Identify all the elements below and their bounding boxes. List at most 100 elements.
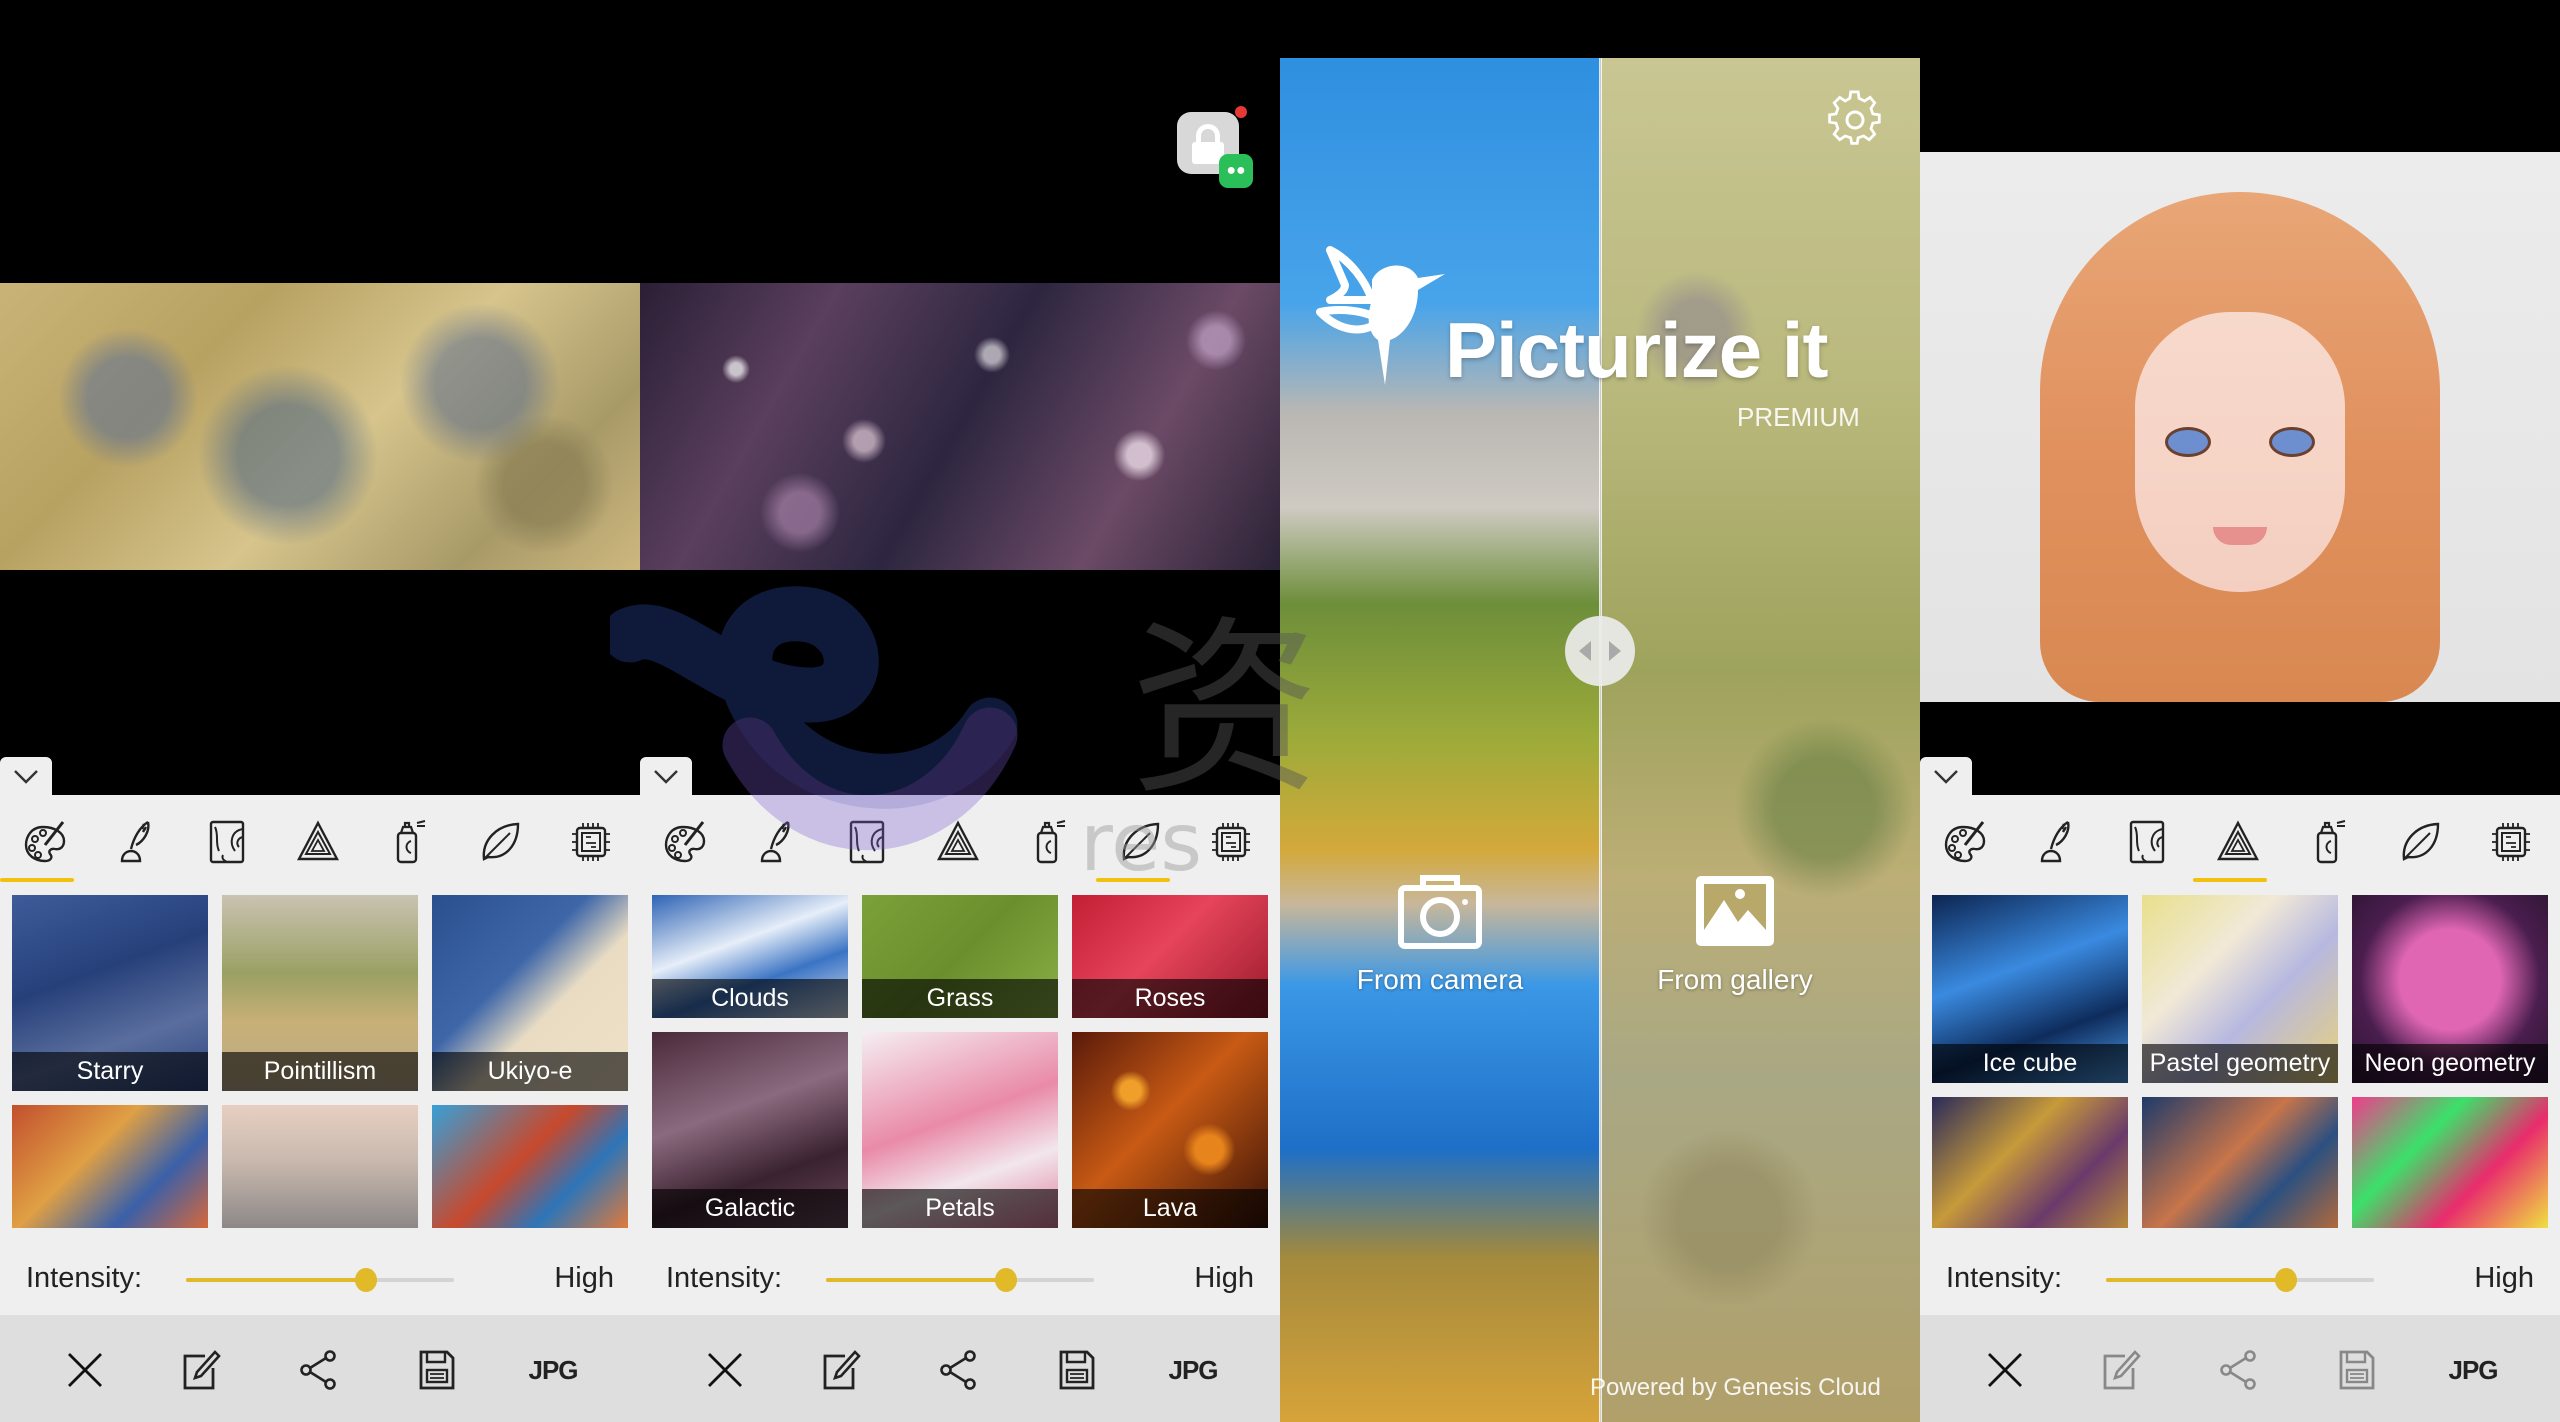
camera-icon xyxy=(1398,875,1482,949)
active-tab-indicator xyxy=(1096,878,1170,882)
arrow-right-icon xyxy=(1609,641,1621,661)
tab-geometry[interactable] xyxy=(925,809,991,875)
format-jpg-button[interactable]: JPG xyxy=(1166,1345,1220,1395)
intensity-slider[interactable] xyxy=(826,1268,1094,1292)
intensity-control: Intensity: High xyxy=(640,1252,1280,1302)
share-button[interactable] xyxy=(292,1345,346,1395)
edit-icon xyxy=(2099,1348,2143,1392)
style-tile-roses[interactable]: Roses xyxy=(1072,895,1268,1018)
spray-can-icon xyxy=(2307,819,2351,865)
intensity-label: Intensity: xyxy=(26,1262,143,1294)
tab-street[interactable] xyxy=(376,809,442,875)
intensity-slider[interactable] xyxy=(2106,1268,2374,1292)
penrose-triangle-icon xyxy=(2216,819,2260,865)
style-category-tabs xyxy=(640,795,1280,895)
format-jpg-button[interactable]: JPG xyxy=(2446,1345,2500,1395)
style-tile-neon-geometry[interactable]: Neon geometry xyxy=(2352,895,2548,1083)
style-label: Lava xyxy=(1072,1189,1268,1228)
style-tile-pastel-geometry[interactable]: Pastel geometry xyxy=(2142,895,2338,1083)
tab-sketch[interactable] xyxy=(103,809,169,875)
style-tile[interactable] xyxy=(1932,1097,2128,1228)
style-label: Clouds xyxy=(652,979,848,1018)
tab-sketch[interactable] xyxy=(2023,809,2089,875)
style-sheet: Ice cube Pastel geometry Neon geometry I… xyxy=(1920,795,2560,1315)
collapse-sheet-button[interactable] xyxy=(0,757,52,797)
style-tile-ice-cube[interactable]: Ice cube xyxy=(1932,895,2128,1083)
slider-thumb[interactable] xyxy=(2274,1268,2297,1292)
collapse-sheet-button[interactable] xyxy=(640,757,692,797)
style-label: Neon geometry xyxy=(2352,1044,2548,1083)
tab-art[interactable] xyxy=(12,809,78,875)
editor-panel-2: ●● Clouds Grass Roses Galactic Petals La… xyxy=(640,0,1280,1422)
settings-gear-icon[interactable] xyxy=(1825,90,1885,150)
intensity-slider[interactable] xyxy=(186,1268,454,1292)
style-sheet: Starry Pointillism Ukiyo-e Intensity: Hi… xyxy=(0,795,640,1315)
save-icon xyxy=(415,1348,459,1392)
style-tile-clouds[interactable]: Clouds xyxy=(652,895,848,1018)
tab-nature[interactable] xyxy=(1107,809,1173,875)
style-tile[interactable] xyxy=(12,1105,208,1228)
format-jpg-button[interactable]: JPG xyxy=(526,1345,580,1395)
tab-nature[interactable] xyxy=(467,809,533,875)
from-gallery-button[interactable]: From gallery xyxy=(1615,870,1855,996)
gallery-image-icon xyxy=(1696,876,1774,946)
from-camera-button[interactable]: From camera xyxy=(1320,870,1560,996)
tab-art[interactable] xyxy=(652,809,718,875)
style-tile-grass[interactable]: Grass xyxy=(862,895,1058,1018)
slider-thumb[interactable] xyxy=(994,1268,1017,1292)
style-tile[interactable] xyxy=(222,1105,418,1228)
save-icon xyxy=(2335,1348,2379,1392)
style-tile-starry[interactable]: Starry xyxy=(12,895,208,1091)
style-tile[interactable] xyxy=(2352,1097,2548,1228)
tab-geometry[interactable] xyxy=(2205,809,2271,875)
slider-thumb[interactable] xyxy=(354,1268,377,1292)
tab-nature[interactable] xyxy=(2387,809,2453,875)
screen-lock-button[interactable]: ●● xyxy=(1177,106,1253,188)
collapse-sheet-button[interactable] xyxy=(1920,757,1972,797)
tab-texture[interactable] xyxy=(2114,809,2180,875)
styled-preview-image xyxy=(0,283,640,570)
tab-texture[interactable] xyxy=(194,809,260,875)
penrose-triangle-icon xyxy=(936,819,980,865)
compare-slider-handle[interactable] xyxy=(1565,616,1635,686)
wood-grain-icon xyxy=(205,819,249,865)
edit-button[interactable] xyxy=(174,1345,228,1395)
style-tile-lava[interactable]: Lava xyxy=(1072,1032,1268,1228)
tab-tech[interactable] xyxy=(558,809,624,875)
style-tile[interactable] xyxy=(2142,1097,2338,1228)
editor-panel-4: Ice cube Pastel geometry Neon geometry I… xyxy=(1920,0,2560,1422)
style-tile-ukiyo-e[interactable]: Ukiyo-e xyxy=(432,895,628,1091)
tab-art[interactable] xyxy=(1932,809,1998,875)
tab-street[interactable] xyxy=(2296,809,2362,875)
tab-texture[interactable] xyxy=(834,809,900,875)
share-button[interactable] xyxy=(932,1345,986,1395)
style-label: Starry xyxy=(12,1052,208,1091)
tab-street[interactable] xyxy=(1016,809,1082,875)
tab-sketch[interactable] xyxy=(743,809,809,875)
style-label: Pointillism xyxy=(222,1052,418,1091)
tab-tech[interactable] xyxy=(1198,809,1264,875)
close-button[interactable] xyxy=(58,1345,112,1395)
style-label: Petals xyxy=(862,1189,1058,1228)
close-button[interactable] xyxy=(1978,1345,2032,1395)
from-gallery-label: From gallery xyxy=(1657,964,1813,995)
style-category-tabs xyxy=(1920,795,2560,895)
style-tile-pointillism[interactable]: Pointillism xyxy=(222,895,418,1091)
close-icon xyxy=(63,1348,107,1392)
save-button[interactable] xyxy=(1050,1345,1104,1395)
leaf-icon xyxy=(1118,819,1162,865)
chip-icon xyxy=(569,819,613,865)
style-label: Ukiyo-e xyxy=(432,1052,628,1091)
tab-tech[interactable] xyxy=(2478,809,2544,875)
penrose-triangle-icon xyxy=(296,819,340,865)
tab-geometry[interactable] xyxy=(285,809,351,875)
style-tile-petals[interactable]: Petals xyxy=(862,1032,1058,1228)
style-tile[interactable] xyxy=(432,1105,628,1228)
styled-photo-half xyxy=(1601,58,1920,1422)
edit-button[interactable] xyxy=(814,1345,868,1395)
close-button[interactable] xyxy=(698,1345,752,1395)
save-button[interactable] xyxy=(410,1345,464,1395)
style-tile-galactic[interactable]: Galactic xyxy=(652,1032,848,1228)
leaf-icon xyxy=(2398,819,2442,865)
compare-divider[interactable] xyxy=(1599,58,1602,1422)
